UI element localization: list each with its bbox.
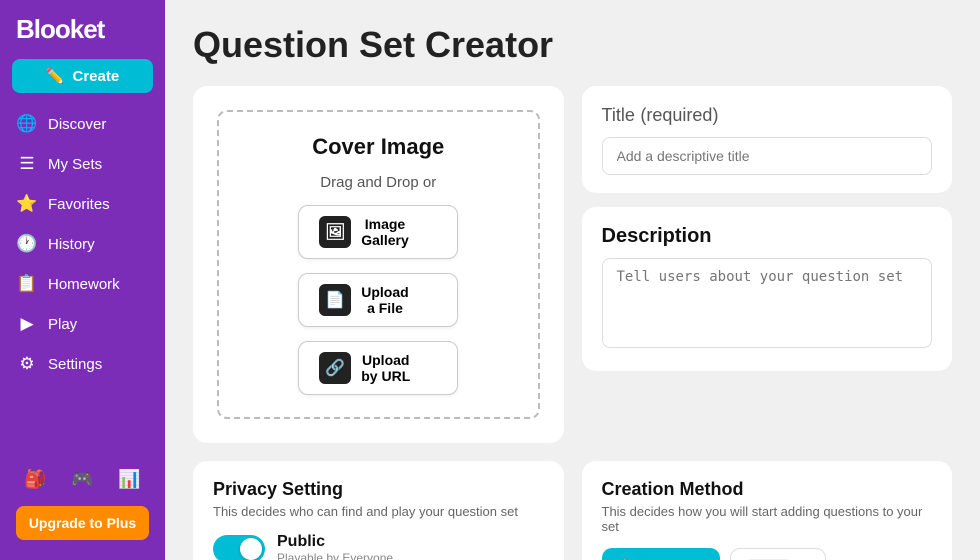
upload-file-icon: 📄 (319, 284, 351, 316)
upload-url-label: Uploadby URL (361, 352, 410, 384)
sidebar-item-favorites-label: Favorites (48, 196, 110, 213)
description-input[interactable] (602, 258, 933, 348)
sidebar-item-discover-label: Discover (48, 116, 106, 133)
sidebar-icon-2[interactable]: 🎮 (71, 469, 93, 490)
upgrade-button[interactable]: Upgrade to Plus (16, 506, 149, 540)
privacy-toggle[interactable] (213, 535, 265, 560)
main-content: Question Set Creator Cover Image Drag an… (165, 0, 980, 560)
sidebar-nav: 🌐 Discover ☰ My Sets ⭐ Favorites 🕐 Histo… (0, 105, 165, 455)
create-button[interactable]: ✏️ Create (12, 59, 153, 93)
sidebar-item-play-label: Play (48, 316, 77, 333)
history-icon: 🕐 (16, 234, 38, 254)
content-grid: Cover Image Drag and Drop or 🖼 ImageGall… (193, 86, 952, 560)
upload-url-icon: 🔗 (319, 352, 351, 384)
page-title: Question Set Creator (193, 24, 952, 66)
bottom-row: Privacy Setting This decides who can fin… (193, 461, 952, 560)
title-label: Title (required) (602, 104, 933, 127)
my-sets-icon: ☰ (16, 154, 38, 174)
manual-button[interactable]: ✏️ Manual (602, 548, 720, 560)
creation-title: Creation Method (602, 479, 933, 500)
right-panel: Title (required) Description (582, 86, 953, 443)
upload-file-button[interactable]: 📄 Uploada File (298, 273, 458, 327)
sidebar-bottom: 🎒 🎮 📊 Upgrade to Plus (0, 455, 165, 560)
description-section: Description (582, 207, 953, 371)
settings-icon: ⚙ (16, 354, 38, 374)
title-section: Title (required) (582, 86, 953, 193)
sidebar-item-history[interactable]: 🕐 History (4, 225, 161, 263)
sidebar-item-my-sets-label: My Sets (48, 156, 102, 173)
sidebar-item-settings-label: Settings (48, 356, 102, 373)
privacy-subtitle: This decides who can find and play your … (213, 504, 544, 519)
favorites-icon: ⭐ (16, 194, 38, 214)
privacy-label-group: Public Playable by Everyone (277, 533, 393, 560)
sidebar-icon-1[interactable]: 🎒 (24, 469, 46, 490)
sidebar-item-settings[interactable]: ⚙ Settings (4, 345, 161, 383)
description-label: Description (602, 225, 933, 248)
sidebar-item-homework-label: Homework (48, 276, 120, 293)
sidebar-item-discover[interactable]: 🌐 Discover (4, 105, 161, 143)
cover-image-dropzone[interactable]: Cover Image Drag and Drop or 🖼 ImageGall… (217, 110, 540, 419)
homework-icon: 📋 (16, 274, 38, 294)
sidebar-item-play[interactable]: ▶ Play (4, 305, 161, 343)
image-gallery-label: ImageGallery (361, 216, 408, 248)
privacy-title: Privacy Setting (213, 479, 544, 500)
privacy-card: Privacy Setting This decides who can fin… (193, 461, 564, 560)
sidebar-icons-row: 🎒 🎮 📊 (4, 463, 161, 496)
cover-image-card: Cover Image Drag and Drop or 🖼 ImageGall… (193, 86, 564, 443)
create-icon: ✏️ (46, 67, 65, 85)
sidebar-item-history-label: History (48, 236, 95, 253)
sidebar-item-favorites[interactable]: ⭐ Favorites (4, 185, 161, 223)
upload-file-label: Uploada File (361, 284, 408, 316)
sidebar-item-homework[interactable]: 📋 Homework (4, 265, 161, 303)
sidebar-icon-3[interactable]: 📊 (118, 469, 140, 490)
sidebar-item-my-sets[interactable]: ☰ My Sets (4, 145, 161, 183)
play-icon: ▶ (16, 314, 38, 334)
toggle-knob (240, 538, 262, 560)
privacy-row: Public Playable by Everyone (213, 533, 544, 560)
image-gallery-icon: 🖼 (319, 216, 351, 248)
privacy-sublabel: Playable by Everyone (277, 551, 393, 560)
cover-image-title: Cover Image (312, 134, 444, 160)
creation-buttons: ✏️ Manual Active Q (602, 548, 933, 560)
q-button[interactable]: Active Q (730, 548, 826, 560)
creation-subtitle: This decides how you will start adding q… (602, 504, 933, 534)
image-gallery-button[interactable]: 🖼 ImageGallery (298, 205, 458, 259)
drag-drop-text: Drag and Drop or (320, 174, 436, 191)
discover-icon: 🌐 (16, 114, 38, 134)
sidebar: Blooket ✏️ Create 🌐 Discover ☰ My Sets ⭐… (0, 0, 165, 560)
creation-method-card: Creation Method This decides how you wil… (582, 461, 953, 560)
create-label: Create (72, 68, 119, 85)
upload-url-button[interactable]: 🔗 Uploadby URL (298, 341, 458, 395)
app-logo: Blooket (0, 0, 165, 55)
title-input[interactable] (602, 137, 933, 175)
privacy-label: Public (277, 533, 393, 551)
